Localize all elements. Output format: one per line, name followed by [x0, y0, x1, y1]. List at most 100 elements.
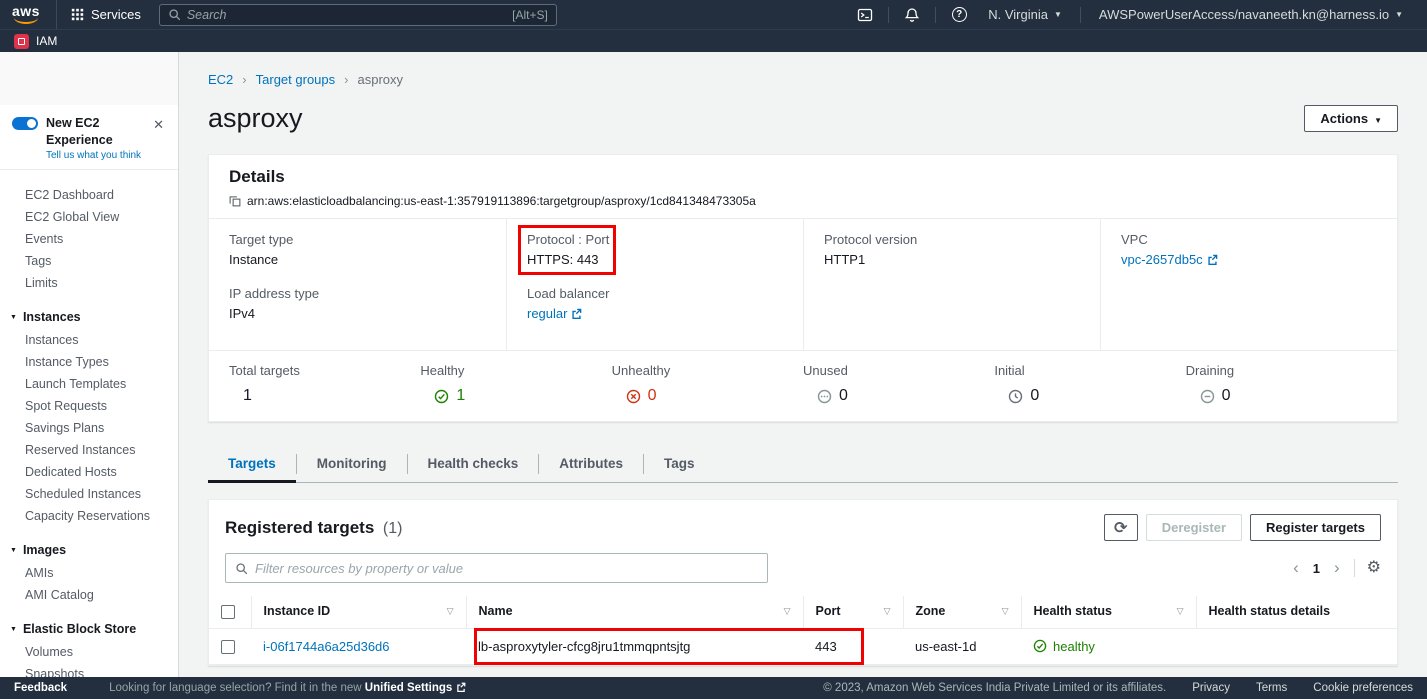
favorite-iam-link[interactable]: IAM: [36, 34, 57, 48]
initial-value: 0: [994, 387, 1185, 405]
aws-logo[interactable]: aws: [12, 5, 40, 24]
new-experience-toggle[interactable]: [12, 117, 38, 130]
sidebar-item-limits[interactable]: Limits: [0, 272, 178, 294]
sidebar-item-ec2-global-view[interactable]: EC2 Global View: [0, 206, 178, 228]
tab-tags[interactable]: Tags: [644, 446, 715, 482]
register-targets-button[interactable]: Register targets: [1250, 514, 1381, 541]
deregister-button[interactable]: Deregister: [1146, 514, 1242, 541]
sidebar-item-spot-requests[interactable]: Spot Requests: [0, 395, 178, 417]
target-zone: us-east-1d: [915, 639, 976, 654]
healthy-label: Healthy: [420, 363, 611, 378]
sidebar-item-savings-plans[interactable]: Savings Plans: [0, 417, 178, 439]
column-filter-icon[interactable]: ▽: [447, 606, 454, 617]
protocol-version-value: HTTP1: [824, 252, 1080, 267]
services-menu-button[interactable]: Services: [59, 0, 153, 29]
account-label: AWSPowerUserAccess/navaneeth.kn@harness.…: [1099, 7, 1389, 22]
breadcrumb-target-groups[interactable]: Target groups: [256, 72, 336, 87]
unused-value: 0: [803, 387, 994, 405]
instance-id-link[interactable]: i-06f1744a6a25d36d6: [263, 639, 390, 654]
language-hint: Looking for language selection? Find it …: [109, 682, 465, 694]
breadcrumb-current: asproxy: [357, 72, 403, 87]
close-icon[interactable]: ✕: [149, 115, 168, 135]
feedback-link[interactable]: Feedback: [14, 682, 67, 694]
settings-gear-icon[interactable]: ⚙: [1367, 560, 1381, 576]
column-header-zone: Zone: [916, 604, 946, 618]
tab-attributes[interactable]: Attributes: [539, 446, 643, 482]
check-circle-icon: [434, 389, 449, 404]
tell-us-link[interactable]: Tell us what you think: [46, 150, 141, 161]
sidebar-item-instances[interactable]: Instances: [0, 329, 178, 351]
chevron-down-icon: ▼: [1395, 10, 1403, 19]
privacy-link[interactable]: Privacy: [1192, 682, 1230, 694]
divider: [1080, 7, 1081, 23]
actions-button[interactable]: Actions▼: [1304, 105, 1398, 132]
protocol-port-value: HTTPS: 443: [527, 252, 783, 267]
sidebar-item-launch-templates[interactable]: Launch Templates: [0, 373, 178, 395]
page-number[interactable]: 1: [1313, 561, 1320, 576]
table-row: i-06f1744a6a25d36d6 lb-asproxytyler-cfcg…: [209, 628, 1397, 665]
row-checkbox[interactable]: [221, 640, 235, 654]
sidebar-item-tags[interactable]: Tags: [0, 250, 178, 272]
draining-value: 0: [1186, 387, 1377, 405]
iam-service-icon: [14, 34, 29, 49]
triangle-down-icon: ▼: [10, 547, 17, 554]
tab-health-checks[interactable]: Health checks: [408, 446, 539, 482]
sidebar-item-reserved-instances[interactable]: Reserved Instances: [0, 439, 178, 461]
sidebar-item-amis[interactable]: AMIs: [0, 562, 178, 584]
unified-settings-link[interactable]: Unified Settings: [365, 682, 466, 694]
initial-label: Initial: [994, 363, 1185, 378]
sidebar-section-images[interactable]: ▼ Images: [0, 538, 178, 562]
column-filter-icon[interactable]: ▽: [884, 606, 891, 617]
sidebar-item-ec2-dashboard[interactable]: EC2 Dashboard: [0, 184, 178, 206]
next-page-button[interactable]: ›: [1332, 561, 1342, 575]
previous-page-button[interactable]: ‹: [1291, 561, 1301, 575]
divider: [935, 7, 936, 23]
chevron-down-icon: ▼: [1054, 10, 1062, 19]
column-filter-icon[interactable]: ▽: [1002, 606, 1009, 617]
x-circle-icon: [626, 389, 641, 404]
tab-monitoring[interactable]: Monitoring: [297, 446, 407, 482]
sidebar-item-dedicated-hosts[interactable]: Dedicated Hosts: [0, 461, 178, 483]
target-type-value: Instance: [229, 252, 486, 267]
column-header-health-status-details: Health status details: [1209, 604, 1331, 618]
column-filter-icon[interactable]: ▽: [1177, 606, 1184, 617]
filter-input[interactable]: [255, 561, 758, 576]
copy-icon[interactable]: [229, 195, 241, 207]
bell-icon: [904, 7, 920, 23]
column-filter-icon[interactable]: ▽: [784, 606, 791, 617]
check-circle-icon: [1033, 639, 1047, 653]
cloudshell-button[interactable]: [848, 0, 882, 29]
refresh-button[interactable]: ⟳: [1104, 514, 1138, 541]
total-targets-value: 1: [229, 387, 420, 405]
account-menu[interactable]: AWSPowerUserAccess/navaneeth.kn@harness.…: [1087, 0, 1415, 29]
copyright-text: © 2023, Amazon Web Services India Privat…: [823, 682, 1166, 694]
help-button[interactable]: ?: [942, 0, 976, 29]
terms-link[interactable]: Terms: [1256, 682, 1287, 694]
sidebar-item-volumes[interactable]: Volumes: [0, 641, 178, 663]
sidebar-item-events[interactable]: Events: [0, 228, 178, 250]
load-balancer-label: Load balancer: [527, 286, 783, 301]
vpc-link[interactable]: vpc-2657db5c: [1121, 252, 1218, 267]
tab-targets[interactable]: Targets: [208, 446, 296, 483]
sidebar-item-instance-types[interactable]: Instance Types: [0, 351, 178, 373]
console-footer: Feedback Looking for language selection?…: [0, 677, 1427, 699]
load-balancer-link[interactable]: regular: [527, 306, 582, 321]
search-shortcut: [Alt+S]: [512, 8, 548, 22]
notifications-button[interactable]: [895, 0, 929, 29]
sidebar-item-snapshots[interactable]: Snapshots: [0, 663, 178, 677]
select-all-checkbox[interactable]: [221, 605, 235, 619]
sidebar-section-ebs[interactable]: ▼ Elastic Block Store: [0, 617, 178, 641]
sidebar-section-instances[interactable]: ▼ Instances: [0, 305, 178, 329]
details-heading: Details: [229, 167, 1377, 187]
breadcrumb-ec2[interactable]: EC2: [208, 72, 233, 87]
sidebar-item-scheduled-instances[interactable]: Scheduled Instances: [0, 483, 178, 505]
sidebar-item-capacity-reservations[interactable]: Capacity Reservations: [0, 505, 178, 527]
search-input[interactable]: [187, 8, 506, 22]
main-content: EC2 › Target groups › asproxy asproxy Ac…: [179, 52, 1427, 677]
unhealthy-label: Unhealthy: [612, 363, 803, 378]
cookie-preferences-link[interactable]: Cookie preferences: [1313, 682, 1413, 694]
sidebar-item-ami-catalog[interactable]: AMI Catalog: [0, 584, 178, 606]
external-link-icon: [1207, 254, 1218, 265]
registered-targets-title: Registered targets: [225, 518, 374, 537]
region-selector[interactable]: N. Virginia ▼: [976, 0, 1074, 29]
